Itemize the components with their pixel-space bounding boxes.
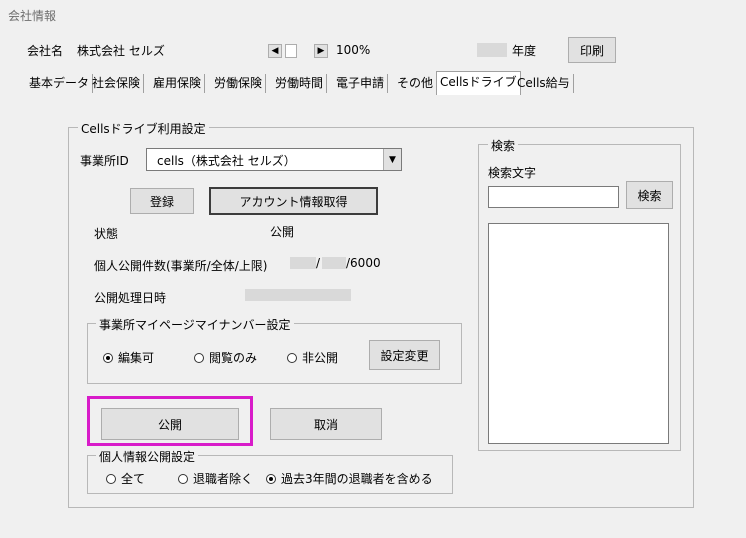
settings-group-title: Cellsドライブ利用設定: [78, 120, 209, 137]
zoom-scroll-thumb[interactable]: [285, 44, 297, 58]
scroll-right-button[interactable]: ▶: [314, 44, 328, 58]
radio-unchecked-icon: [194, 352, 204, 363]
count-separator: /: [316, 256, 321, 270]
status-value: 公開: [270, 225, 295, 239]
personal-group-title: 個人情報公開設定: [96, 448, 199, 465]
radio-all[interactable]: 全て: [106, 470, 145, 487]
right-arrow-icon: ▶: [317, 46, 325, 56]
search-text-label: 検索文字: [488, 166, 537, 180]
tab-social-insurance[interactable]: 社会保険: [89, 74, 145, 93]
radio-private[interactable]: 非公開: [287, 349, 338, 366]
processed-datetime-label: 公開処理日時: [94, 291, 167, 305]
radio-unchecked-icon: [178, 473, 188, 484]
tab-labor-insurance[interactable]: 労働保険: [211, 74, 267, 93]
radio-unchecked-icon: [106, 473, 116, 484]
radio-exclude-retired[interactable]: 退職者除く: [178, 470, 253, 487]
publish-button[interactable]: 公開: [101, 408, 239, 440]
tab-e-application[interactable]: 電子申請: [333, 74, 389, 93]
register-button[interactable]: 登録: [130, 188, 194, 214]
tab-cells-payroll[interactable]: Cells給与: [514, 74, 574, 93]
scroll-left-button[interactable]: ◀: [268, 44, 282, 58]
chevron-down-icon[interactable]: ▼: [383, 149, 401, 170]
mypage-group-title: 事業所マイページマイナンバー設定: [96, 316, 294, 333]
get-account-info-button[interactable]: アカウント情報取得: [209, 187, 378, 215]
zoom-level: 100%: [336, 43, 371, 57]
window-title: 会社情報: [8, 9, 57, 23]
change-settings-button[interactable]: 設定変更: [369, 340, 440, 370]
left-arrow-icon: ◀: [271, 46, 279, 56]
search-results-list[interactable]: [488, 223, 669, 444]
radio-checked-icon: [103, 352, 113, 363]
count-redacted-1: [290, 257, 316, 269]
count-redacted-2: [322, 257, 346, 269]
tab-basic-data[interactable]: 基本データ: [26, 74, 94, 93]
public-count-label: 個人公開件数(事業所/全体/上限): [94, 259, 268, 273]
office-id-value: cells（株式会社 セルズ）: [157, 154, 296, 168]
company-label: 会社名: [27, 44, 64, 58]
search-button[interactable]: 検索: [626, 181, 673, 209]
radio-unchecked-icon: [287, 352, 297, 363]
tab-employment-insurance[interactable]: 雇用保険: [150, 74, 206, 93]
radio-checked-icon: [266, 473, 276, 484]
year-suffix: 年度: [512, 44, 537, 58]
year-redacted: [477, 43, 507, 57]
status-label: 状態: [94, 227, 119, 241]
processed-datetime-redacted: [245, 289, 351, 301]
tab-cells-drive[interactable]: Cellsドライブ: [436, 71, 521, 95]
print-button[interactable]: 印刷: [568, 37, 616, 63]
tab-working-hours[interactable]: 労働時間: [272, 74, 328, 93]
search-group-title: 検索: [488, 137, 519, 154]
cancel-button[interactable]: 取消: [270, 408, 382, 440]
search-input[interactable]: [488, 186, 619, 208]
count-limit: /6000: [346, 256, 381, 270]
radio-view-only[interactable]: 閲覧のみ: [194, 349, 257, 366]
tab-others[interactable]: その他: [394, 74, 438, 93]
radio-editable[interactable]: 編集可: [103, 349, 154, 366]
company-name: 株式会社 セルズ: [77, 44, 165, 58]
radio-include-past-3-years[interactable]: 過去3年間の退職者を含める: [266, 470, 433, 487]
office-id-label: 事業所ID: [80, 154, 129, 168]
office-id-select[interactable]: cells（株式会社 セルズ） ▼: [146, 148, 402, 171]
